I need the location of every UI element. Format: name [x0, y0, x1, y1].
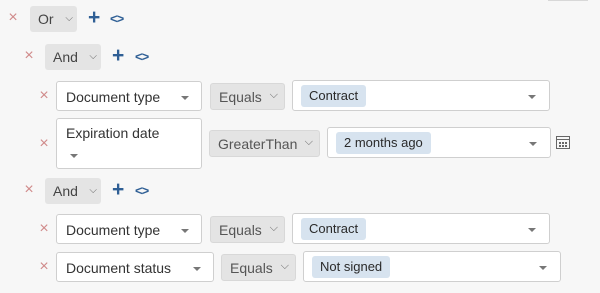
root-logic-value: Or — [38, 11, 54, 27]
remove-condition-icon[interactable]: × — [37, 88, 51, 104]
remove-condition-icon[interactable]: × — [37, 259, 51, 275]
value-chip: Not signed — [312, 256, 391, 278]
caret-down-icon — [193, 267, 201, 271]
chevron-down-icon: ⌵ — [269, 89, 278, 101]
chevron-down-icon: ⌵ — [89, 51, 97, 62]
value-field[interactable]: 2 months ago — [327, 127, 551, 158]
operator-select[interactable]: Equals ⌵ — [210, 83, 285, 110]
field-value: Document type — [66, 89, 161, 105]
operator-select[interactable]: Equals ⌵ — [221, 254, 296, 281]
field-select[interactable]: Document status — [56, 252, 214, 282]
group-logic-select[interactable]: And ⌵ — [45, 44, 101, 70]
chevron-down-icon: ⌵ — [89, 185, 97, 196]
operator-value: Equals — [219, 89, 262, 105]
remove-condition-icon[interactable]: × — [37, 221, 51, 237]
value-chip: Contract — [301, 218, 367, 240]
field-select[interactable]: Document type — [56, 214, 202, 244]
operator-value: GreaterThan — [218, 136, 298, 152]
top-divider — [548, 0, 588, 1]
value-field[interactable]: Not signed — [303, 251, 561, 282]
chevron-down-icon: ⌵ — [304, 136, 313, 148]
caret-down-icon — [70, 154, 78, 158]
operator-value: Equals — [230, 260, 273, 276]
remove-root-icon[interactable]: × — [6, 10, 20, 26]
field-select[interactable]: Expiration date — [56, 118, 202, 169]
caret-down-icon — [539, 266, 547, 270]
group-logic-select[interactable]: And ⌵ — [45, 178, 101, 204]
value-field[interactable]: Contract — [292, 213, 550, 244]
remove-group-icon[interactable]: × — [22, 48, 36, 64]
code-view-icon[interactable]: <> — [110, 11, 124, 27]
calendar-icon[interactable] — [556, 136, 570, 149]
remove-group-icon[interactable]: × — [22, 182, 36, 198]
value-field[interactable]: Contract — [292, 80, 550, 111]
caret-down-icon — [528, 228, 536, 232]
value-chip: Contract — [301, 85, 367, 107]
field-value: Expiration date — [66, 125, 160, 141]
field-select[interactable]: Document type — [56, 81, 202, 111]
chevron-down-icon: ⌵ — [280, 260, 289, 272]
chevron-down-icon: ⌵ — [65, 13, 73, 24]
caret-down-icon — [529, 142, 537, 146]
code-view-icon[interactable]: <> — [135, 183, 149, 199]
group-logic-value: And — [53, 183, 78, 199]
operator-select[interactable]: Equals ⌵ — [210, 216, 285, 243]
value-chip: 2 months ago — [336, 132, 431, 154]
add-condition-icon[interactable]: + — [112, 179, 124, 200]
operator-value: Equals — [219, 222, 262, 238]
operator-select[interactable]: GreaterThan ⌵ — [209, 130, 320, 157]
code-view-icon[interactable]: <> — [135, 49, 149, 65]
caret-down-icon — [528, 95, 536, 99]
add-condition-icon[interactable]: + — [88, 7, 100, 28]
field-value: Document type — [66, 222, 161, 238]
remove-condition-icon[interactable]: × — [37, 136, 51, 152]
add-condition-icon[interactable]: + — [112, 45, 124, 66]
group-logic-value: And — [53, 49, 78, 65]
field-value: Document status — [66, 260, 172, 276]
caret-down-icon — [181, 229, 189, 233]
root-logic-select[interactable]: Or ⌵ — [30, 6, 77, 32]
caret-down-icon — [181, 96, 189, 100]
chevron-down-icon: ⌵ — [269, 222, 278, 234]
